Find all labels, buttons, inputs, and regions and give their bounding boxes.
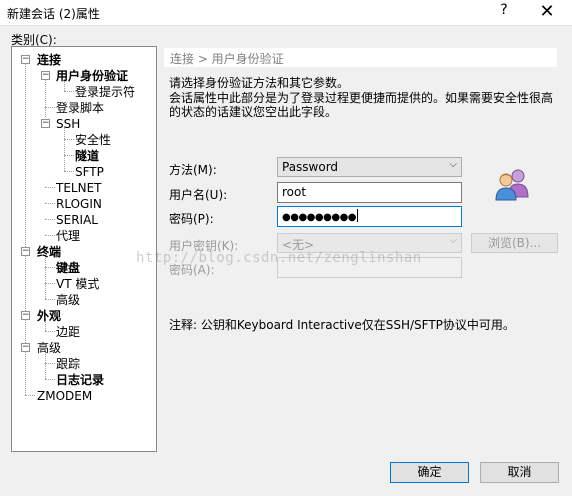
tree-connector	[25, 351, 26, 395]
browse-button[interactable]: 浏览(B)...	[471, 233, 558, 253]
tree-connector	[45, 331, 55, 332]
tree-item-sftp[interactable]: SFTP	[75, 165, 104, 179]
tree-item-terminal-advanced[interactable]: 高级	[56, 293, 80, 307]
tree-connector	[45, 203, 55, 204]
tree-item-vt-modes[interactable]: VT 模式	[56, 277, 99, 291]
tree-item-security[interactable]: 安全性	[75, 133, 111, 147]
users-icon	[495, 169, 529, 201]
expander-minus-icon[interactable]: −	[21, 55, 30, 64]
title-bar: 新建会话 (2)属性 ? ✕	[0, 0, 572, 26]
tree-item-login-scripts[interactable]: 登录脚本	[56, 101, 104, 115]
username-value: root	[282, 185, 307, 199]
tree-item-tunneling[interactable]: 隧道	[75, 149, 99, 163]
tree-item-appearance[interactable]: 外观	[37, 309, 61, 323]
password-label: 密码(P):	[169, 212, 214, 226]
tree-connector	[25, 395, 35, 396]
panel-description: 请选择身份验证方法和其它参数。	[169, 76, 350, 90]
panel-breadcrumb: 连接 > 用户身份验证	[164, 48, 557, 67]
protocol-note: 注释: 公钥和Keyboard Interactive仅在SSH/SFTP协议中…	[169, 318, 515, 332]
expander-minus-icon[interactable]: −	[41, 119, 50, 128]
tree-connector	[45, 363, 55, 364]
password-value: ●●●●●●●●●	[282, 212, 357, 223]
tree-item-telnet[interactable]: TELNET	[56, 181, 102, 195]
tree-item-trace[interactable]: 跟踪	[56, 357, 80, 371]
tree-connector	[64, 139, 74, 140]
tree-item-authentication[interactable]: 用户身份验证	[56, 69, 128, 83]
username-input[interactable]: root	[277, 182, 462, 203]
cancel-button[interactable]: 取消	[480, 462, 559, 483]
tree-connector	[45, 187, 55, 188]
tree-connector	[45, 267, 55, 268]
tree-item-rlogin[interactable]: RLOGIN	[56, 197, 102, 211]
tree-item-advanced[interactable]: 高级	[37, 341, 61, 355]
method-label: 方法(M):	[169, 163, 217, 177]
tree-connector	[64, 155, 74, 156]
tree-item-connection[interactable]: 连接	[37, 53, 61, 67]
tree-connector	[64, 127, 65, 171]
method-select-value: Password	[282, 160, 339, 174]
chevron-down-icon: ⌵	[449, 159, 457, 170]
tree-item-zmodem[interactable]: ZMODEM	[37, 389, 92, 403]
tree-connector	[45, 107, 55, 108]
panel-note-text: 会话属性中此部分是为了登录过程更便捷而提供的。如果需要安全性很高的状态的话建议您…	[169, 91, 554, 119]
tree-item-serial[interactable]: SERIAL	[56, 213, 98, 227]
tree-connector	[45, 255, 46, 299]
category-tree[interactable]: − − − − − − 连接 用户身份验证 登录提示符 登录脚本 SSH 安全性…	[11, 46, 157, 452]
expander-minus-icon[interactable]: −	[21, 343, 30, 352]
tree-item-logging[interactable]: 日志记录	[56, 373, 104, 387]
tree-item-margins[interactable]: 边距	[56, 325, 80, 339]
tree-connector	[25, 64, 26, 349]
tree-connector	[45, 351, 46, 379]
tree-item-proxy[interactable]: 代理	[56, 229, 80, 243]
help-button[interactable]: ?	[496, 2, 512, 22]
tree-item-keyboard[interactable]: 键盘	[56, 261, 80, 275]
watermark-text: http://blog.csdn.net/zenglinshan	[136, 250, 422, 266]
username-label: 用户名(U):	[169, 188, 228, 202]
tree-item-login-prompts[interactable]: 登录提示符	[75, 85, 135, 99]
method-select[interactable]: Password ⌵	[277, 157, 462, 177]
ok-button[interactable]: 确定	[390, 462, 469, 483]
tree-connector	[45, 283, 55, 284]
tree-connector	[45, 379, 55, 380]
expander-minus-icon[interactable]: −	[21, 311, 30, 320]
tree-item-terminal[interactable]: 终端	[37, 245, 61, 259]
tree-connector	[64, 171, 74, 172]
text-caret	[357, 209, 359, 222]
tree-connector	[45, 79, 46, 117]
tree-connector	[45, 235, 55, 236]
tree-item-ssh[interactable]: SSH	[56, 117, 80, 131]
tree-connector	[45, 219, 55, 220]
expander-minus-icon[interactable]: −	[21, 247, 30, 256]
expander-minus-icon[interactable]: −	[41, 71, 50, 80]
chevron-down-icon: ⌵	[449, 235, 457, 246]
password-input[interactable]: ●●●●●●●●●	[277, 206, 462, 227]
tree-connector	[64, 91, 74, 92]
close-button[interactable]: ✕	[536, 1, 558, 23]
window-title: 新建会话 (2)属性	[7, 7, 100, 21]
tree-connector	[45, 299, 55, 300]
